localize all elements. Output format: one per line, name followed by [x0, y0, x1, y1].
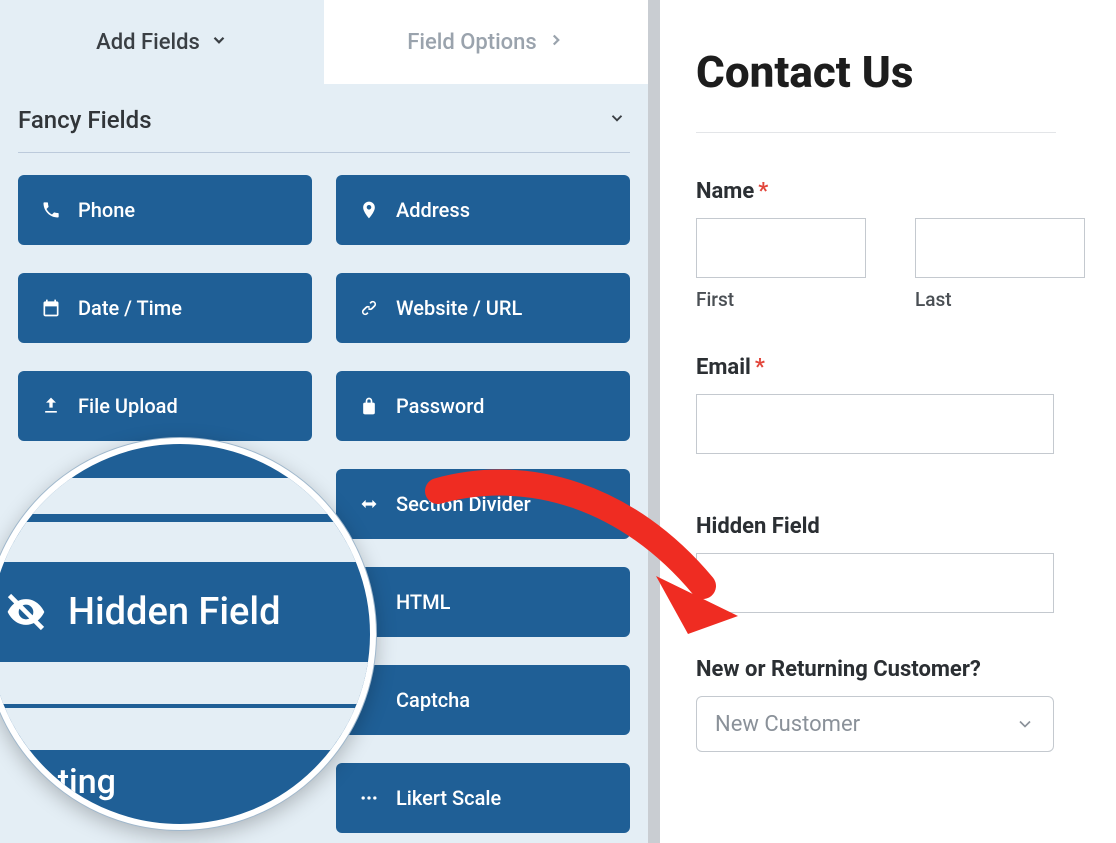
- form-field-name: Name* First Last: [696, 179, 1116, 311]
- chevron-down-icon: [608, 109, 626, 131]
- field-html-label: HTML: [396, 590, 450, 614]
- field-html[interactable]: HTML: [336, 567, 630, 637]
- page-title: Contact Us: [696, 46, 1116, 98]
- field-captcha[interactable]: Captcha: [336, 665, 630, 735]
- divider: [18, 152, 630, 153]
- tab-add-fields-label: Add Fields: [96, 30, 200, 55]
- customer-type-label: New or Returning Customer?: [696, 657, 1116, 682]
- zoom-hidden-field-button[interactable]: Hidden Field: [0, 582, 370, 642]
- field-fileupload-label: File Upload: [78, 394, 178, 418]
- email-label: Email*: [696, 355, 1116, 380]
- email-label-text: Email: [696, 355, 751, 380]
- tab-field-options[interactable]: Field Options: [324, 0, 648, 84]
- zoom-stripe: [0, 708, 370, 750]
- field-section-divider[interactable]: Section Divider: [336, 469, 630, 539]
- field-datetime-label: Date / Time: [78, 296, 182, 320]
- field-password-label: Password: [396, 394, 484, 418]
- upload-icon: [40, 396, 62, 416]
- customer-type-value: New Customer: [715, 712, 860, 737]
- field-address[interactable]: Address: [336, 175, 630, 245]
- hidden-field-label: Hidden Field: [696, 514, 1116, 539]
- map-pin-icon: [358, 200, 380, 220]
- first-name-input[interactable]: [696, 218, 866, 278]
- last-name-input[interactable]: [915, 218, 1085, 278]
- field-likert[interactable]: Likert Scale: [336, 763, 630, 833]
- field-website[interactable]: Website / URL: [336, 273, 630, 343]
- zoom-rating-button[interactable]: Rating: [0, 762, 370, 802]
- required-asterisk: *: [758, 179, 768, 204]
- zoom-stripe: [0, 522, 370, 562]
- calendar-icon: [40, 298, 62, 318]
- tab-add-fields[interactable]: Add Fields: [0, 0, 324, 84]
- chevron-down-icon: [210, 30, 228, 55]
- section-header[interactable]: Fancy Fields: [0, 84, 648, 152]
- left-panel: Add Fields Field Options Fancy Fields: [0, 0, 660, 843]
- field-fileupload[interactable]: File Upload: [18, 371, 312, 441]
- email-input[interactable]: [696, 394, 1054, 454]
- tabs: Add Fields Field Options: [0, 0, 648, 84]
- name-label-text: Name: [696, 179, 754, 204]
- customer-type-select[interactable]: New Customer: [696, 696, 1054, 752]
- section-title: Fancy Fields: [18, 106, 152, 134]
- required-asterisk: *: [755, 355, 765, 380]
- zoom-rating-label: Rating: [18, 762, 116, 802]
- divider: [696, 132, 1056, 133]
- chevron-down-icon: [1015, 714, 1035, 734]
- zoom-hidden-field-label: Hidden Field: [68, 590, 281, 634]
- chevron-right-icon: [547, 30, 565, 55]
- last-sublabel: Last: [915, 288, 1116, 311]
- field-address-label: Address: [396, 198, 470, 222]
- zoom-stripe: [0, 662, 370, 704]
- field-password[interactable]: Password: [336, 371, 630, 441]
- eye-off-icon: [4, 590, 48, 634]
- field-phone[interactable]: Phone: [18, 175, 312, 245]
- field-captcha-label: Captcha: [396, 688, 470, 712]
- field-likert-label: Likert Scale: [396, 786, 501, 810]
- form-field-customer-type: New or Returning Customer? New Customer: [696, 657, 1116, 752]
- field-section-divider-label: Section Divider: [396, 492, 531, 516]
- lock-icon: [358, 396, 380, 416]
- link-icon: [358, 298, 380, 318]
- form-field-email: Email*: [696, 355, 1116, 454]
- phone-icon: [40, 200, 62, 220]
- field-datetime[interactable]: Date / Time: [18, 273, 312, 343]
- form-field-hidden: Hidden Field: [696, 514, 1116, 613]
- zoom-magnifier: Hidden Field Rating: [0, 438, 376, 830]
- zoom-stripe: [0, 478, 370, 514]
- first-sublabel: First: [696, 288, 897, 311]
- field-website-label: Website / URL: [396, 296, 522, 320]
- name-label: Name*: [696, 179, 1116, 204]
- tab-field-options-label: Field Options: [407, 30, 537, 55]
- form-preview: Contact Us Name* First Last Email* Hidde…: [660, 0, 1116, 843]
- field-phone-label: Phone: [78, 198, 135, 222]
- hidden-field-input[interactable]: [696, 553, 1054, 613]
